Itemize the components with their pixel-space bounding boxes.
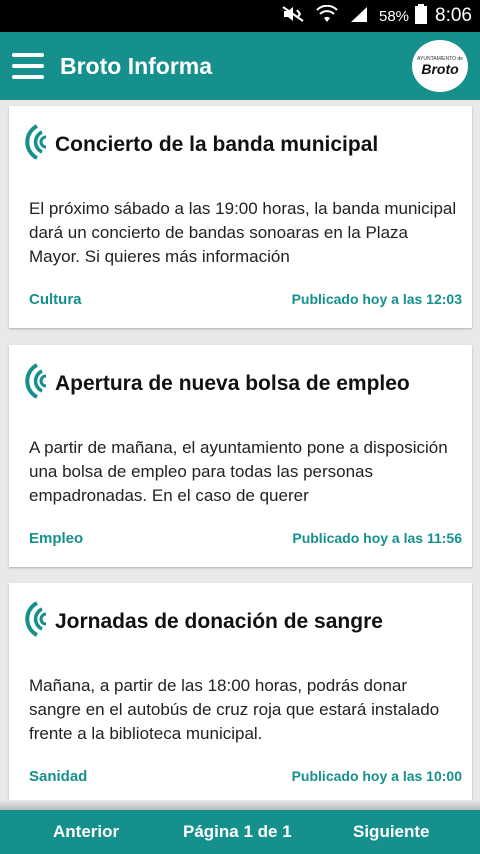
pagination-bar: Anterior Página 1 de 1 Siguiente xyxy=(0,810,480,854)
logo-big-text: Broto xyxy=(421,61,459,77)
status-clock: 8:06 xyxy=(435,5,472,26)
app-bar: Broto Informa AYUNTAMIENTO de Broto xyxy=(0,32,480,100)
news-body: A partir de mañana, el ayuntamiento pone… xyxy=(29,438,448,505)
news-category: Cultura xyxy=(29,290,82,308)
news-title: Apertura de nueva bolsa de empleo xyxy=(55,372,410,395)
news-published: Publicado hoy a las 12:03 xyxy=(291,291,462,307)
bottom-shadow xyxy=(0,800,480,810)
news-category: Empleo xyxy=(29,529,84,547)
news-body: Mañana, a partir de las 18:00 horas, pod… xyxy=(29,676,440,743)
battery-icon xyxy=(415,3,428,29)
news-card[interactable]: Jornadas de donación de sangre Mañana, a… xyxy=(9,583,472,800)
hamburger-icon[interactable] xyxy=(12,53,44,79)
app-title: Broto Informa xyxy=(60,52,213,79)
news-body: El próximo sábado a las 19:00 horas, la … xyxy=(29,199,457,266)
signal-icon xyxy=(349,5,369,28)
news-list[interactable]: Concierto de la banda municipal El próxi… xyxy=(0,100,480,800)
previous-button[interactable]: Anterior xyxy=(53,822,119,842)
news-published: Publicado hoy a las 11:56 xyxy=(292,530,462,546)
mute-vibrate-icon xyxy=(281,5,305,28)
town-logo[interactable]: AYUNTAMIENTO de Broto xyxy=(412,40,468,92)
wifi-icon xyxy=(315,4,339,28)
broadcast-icon xyxy=(25,363,47,399)
news-title: Jornadas de donación de sangre xyxy=(55,610,383,633)
page-indicator: Página 1 de 1 xyxy=(183,822,292,841)
news-published: Publicado hoy a las 10:00 xyxy=(291,768,462,784)
broadcast-icon xyxy=(25,124,47,160)
status-bar: 58% 8:06 xyxy=(0,0,480,32)
news-card[interactable]: Apertura de nueva bolsa de empleo A part… xyxy=(9,345,472,567)
news-card[interactable]: Concierto de la banda municipal El próxi… xyxy=(9,106,472,328)
next-button[interactable]: Siguiente xyxy=(353,822,430,842)
battery-percentage: 58% xyxy=(378,7,410,25)
broadcast-icon xyxy=(25,601,47,637)
news-category: Sanidad xyxy=(29,767,88,785)
news-title: Concierto de la banda municipal xyxy=(55,133,379,156)
